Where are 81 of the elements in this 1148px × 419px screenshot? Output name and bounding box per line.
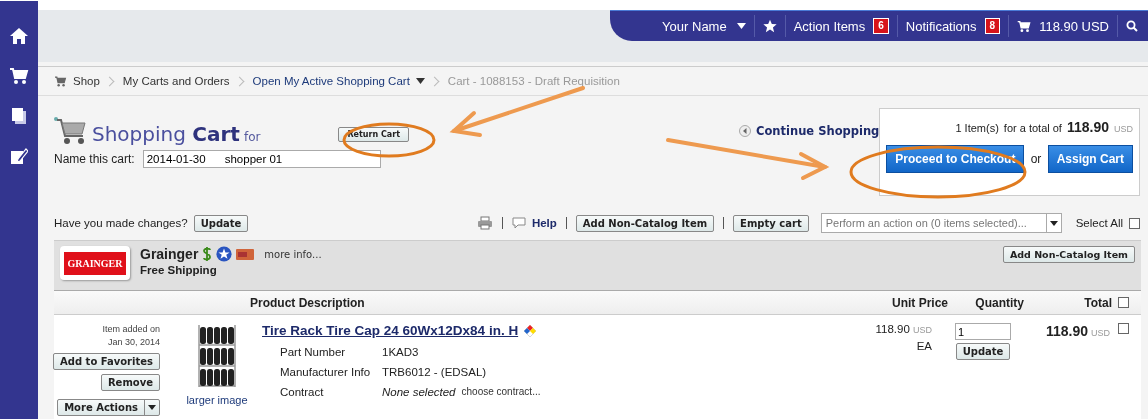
breadcrumb-current: Cart - 1088153 - Draft Requisition — [447, 75, 620, 87]
dollar-icon — [202, 246, 213, 262]
assign-cart-button[interactable]: Assign Cart — [1047, 145, 1133, 173]
cart-total-amount: 118.90 — [1066, 119, 1109, 135]
help-icon — [511, 217, 526, 229]
detail-label: Part Number — [280, 346, 347, 358]
larger-image-link[interactable]: larger image — [186, 394, 248, 406]
edit-icon[interactable] — [10, 147, 28, 165]
field-label: Name this cart: — [54, 152, 135, 166]
printer-icon[interactable] — [476, 216, 493, 230]
currency-label: USD — [1114, 124, 1133, 134]
breadcrumb-link[interactable]: Shop — [73, 75, 100, 87]
star-badge-icon — [216, 246, 233, 262]
update-button[interactable]: Update — [955, 343, 1011, 360]
detail-value: None selected — [382, 386, 456, 398]
count-badge: 8 — [984, 18, 1001, 34]
add-non-catalog-button[interactable]: Add Non-Catalog Item — [575, 214, 715, 232]
cart-icon — [54, 75, 67, 87]
title-suffix: for — [243, 130, 261, 144]
topbar-link[interactable]: Action Items — [793, 18, 866, 34]
column-header: Unit Price — [891, 295, 948, 310]
help-link[interactable]: Help — [531, 217, 557, 229]
column-header: Quantity — [974, 295, 1024, 310]
currency-label: USD — [913, 325, 932, 335]
item-checkbox[interactable] — [1118, 323, 1129, 334]
more-info-link[interactable]: more info... — [264, 248, 322, 260]
line-total: 118.90 — [1045, 323, 1088, 339]
or-label: or — [1030, 152, 1042, 166]
cart-icon[interactable] — [1017, 19, 1032, 33]
detail-label: Manufacturer Info — [280, 366, 372, 378]
select-all-label: Select All — [1075, 217, 1123, 229]
breadcrumb-dropdown[interactable]: Open My Active Shopping Cart — [252, 75, 410, 87]
added-date-text: Item added on Jan 30, 2014 — [102, 323, 160, 349]
add-to-favorites-button[interactable]: Add to Favorites — [53, 353, 160, 370]
shipping-label: Free Shipping — [140, 264, 218, 276]
caret-icon — [736, 23, 746, 29]
item-count: 1 Item(s) — [955, 122, 999, 134]
supplier-name: Grainger — [140, 246, 199, 262]
caret-icon — [148, 405, 156, 410]
cart-name-field[interactable]: 2014-01-30 shopper 01 — [142, 150, 381, 168]
shopping-cart-icon — [54, 116, 88, 146]
total-label: for a total of — [1003, 122, 1062, 134]
product-title-link[interactable]: Tire Rack Tire Cap 24 60Wx12Dx84 in. H — [262, 323, 519, 338]
tire-rack-drawing — [195, 323, 239, 389]
unit-price: 118.90 — [875, 323, 910, 335]
unit-label: EA — [916, 340, 932, 352]
caret-icon — [415, 78, 425, 84]
update-button[interactable]: Update — [193, 214, 249, 232]
add-non-catalog-button[interactable]: Add Non-Catalog Item — [1002, 246, 1135, 263]
column-header: Product Description — [250, 295, 366, 310]
select-all-items-checkbox[interactable] — [1118, 297, 1129, 308]
cart-icon[interactable] — [9, 67, 29, 85]
user-menu[interactable]: Your Name — [662, 18, 746, 34]
caret-icon — [1049, 220, 1058, 226]
continue-shopping-link[interactable]: Continue Shopping — [756, 124, 880, 138]
action-dropdown[interactable]: Perform an action on (0 items selected)... — [820, 213, 1062, 233]
currency-label: USD — [1091, 328, 1110, 338]
detail-value: TRB6012 - (EDSAL) — [382, 366, 487, 378]
changes-label: Have you made changes? — [54, 217, 188, 229]
search-icon[interactable] — [1126, 20, 1138, 32]
hazard-diamond-icon — [524, 324, 537, 337]
breadcrumb-link[interactable]: My Carts and Orders — [122, 75, 230, 87]
cart-total[interactable]: 118.90 USD — [1039, 18, 1109, 34]
page-title: Shopping Cart — [92, 122, 240, 146]
home-icon[interactable] — [9, 27, 29, 45]
detail-label: Contract — [280, 386, 325, 398]
count-badge: 6 — [873, 18, 889, 34]
more-actions-button[interactable]: More Actions — [57, 399, 160, 416]
choose-contract-link[interactable]: choose contract... — [461, 386, 541, 398]
documents-icon[interactable] — [10, 107, 28, 125]
checkout-button[interactable]: Proceed to Checkout — [886, 145, 1025, 173]
topbar-link[interactable]: Notifications — [905, 18, 977, 34]
detail-value: 1KAD3 — [382, 346, 419, 358]
quantity-field[interactable]: 1 — [955, 323, 1011, 340]
supplier-logo: GRAINGER — [60, 246, 130, 280]
remove-button[interactable]: Remove — [100, 374, 160, 391]
empty-cart-button[interactable]: Empty cart — [733, 214, 809, 232]
select-all-checkbox[interactable] — [1129, 217, 1140, 229]
card-icon — [236, 248, 255, 260]
star-icon[interactable] — [762, 19, 777, 33]
column-header: Total — [1083, 295, 1112, 310]
